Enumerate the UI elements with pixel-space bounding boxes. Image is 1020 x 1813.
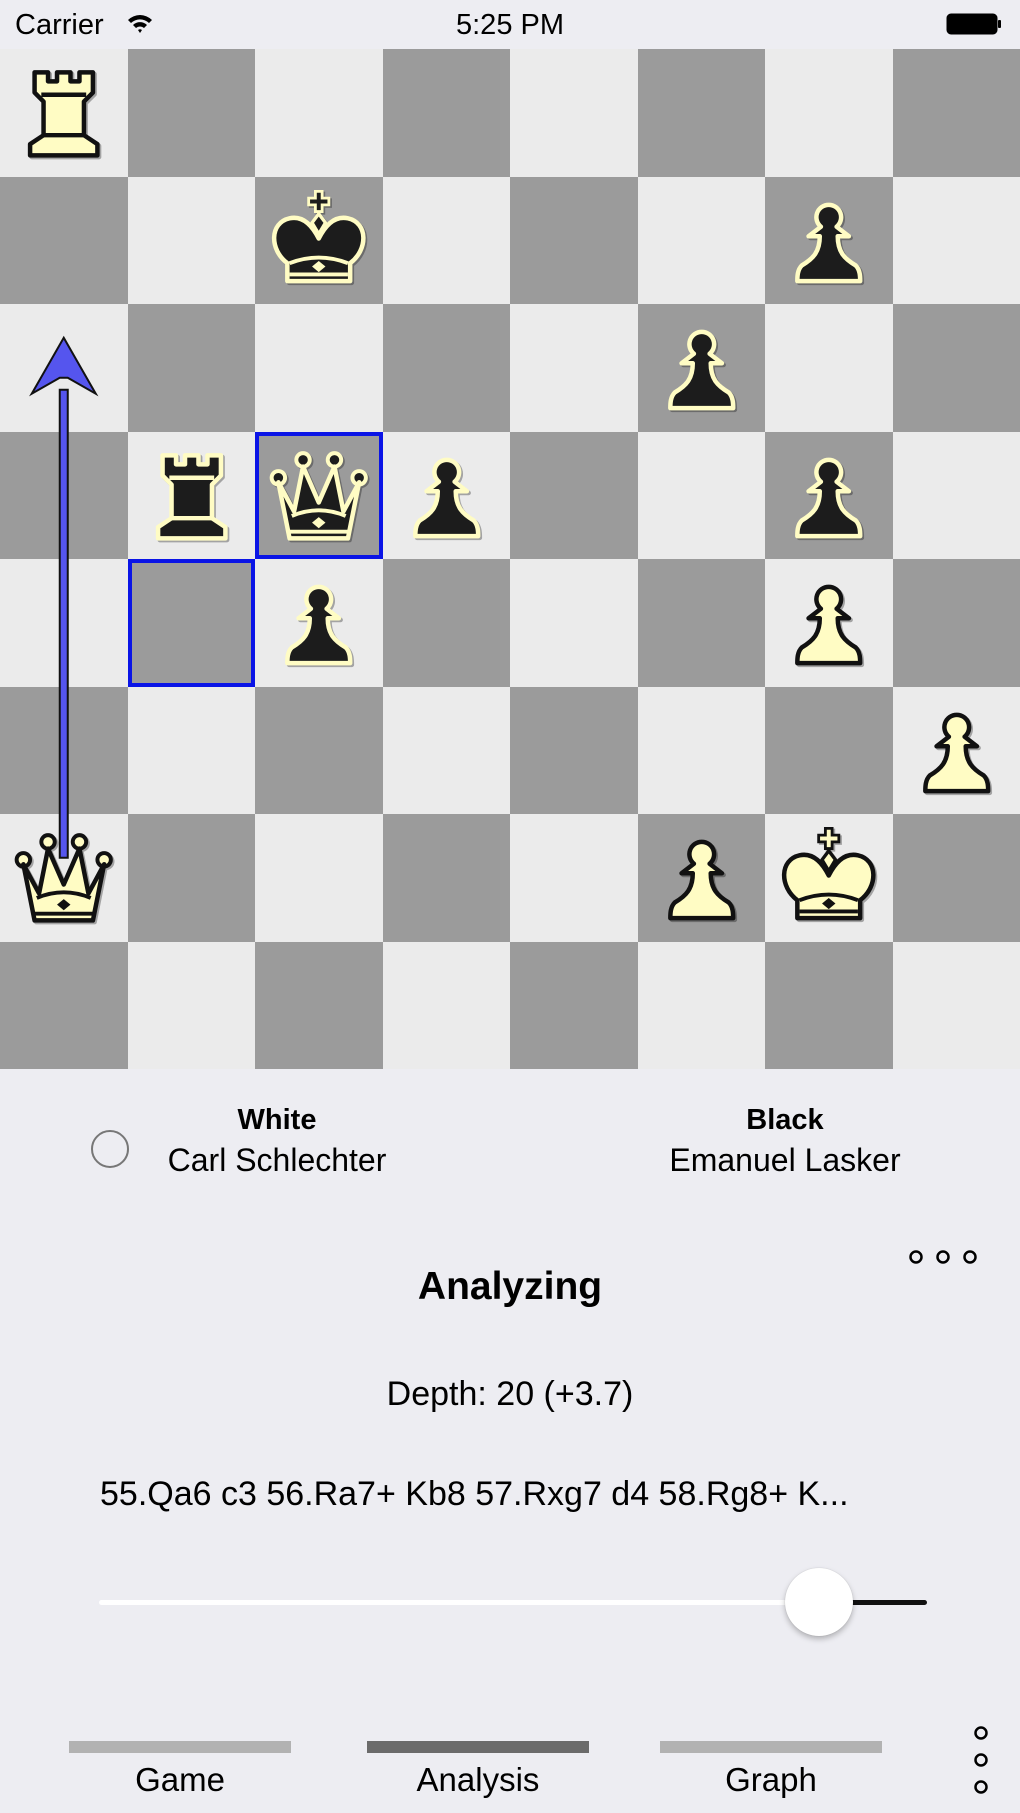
move-slider[interactable] — [99, 1568, 927, 1636]
square-a3[interactable] — [0, 686, 128, 814]
tab-graph[interactable]: Graph — [660, 1730, 882, 1813]
square-e8[interactable] — [510, 49, 638, 177]
players-panel: White Carl Schlechter Black Emanuel Lask… — [0, 1069, 1020, 1199]
square-d6[interactable] — [382, 304, 510, 432]
battery-icon — [946, 13, 1001, 35]
square-h7[interactable] — [892, 176, 1020, 304]
square-a6[interactable] — [0, 304, 128, 432]
square-d4[interactable] — [382, 559, 510, 687]
square-h6[interactable] — [892, 304, 1020, 432]
square-f3[interactable] — [637, 686, 765, 814]
square-e1[interactable] — [510, 941, 638, 1069]
square-d8[interactable] — [382, 49, 510, 177]
tab-indicator — [367, 1741, 589, 1753]
black-pawn-d5-icon[interactable] — [383, 432, 511, 560]
square-b3[interactable] — [127, 686, 255, 814]
tab-bar: Game Analysis Graph — [0, 1730, 1020, 1813]
square-d1[interactable] — [382, 941, 510, 1069]
square-g1[interactable] — [765, 941, 893, 1069]
white-label: White — [237, 1104, 317, 1136]
square-c1[interactable] — [255, 941, 383, 1069]
analysis-title: Analyzing — [417, 1265, 603, 1308]
square-b4[interactable] — [127, 559, 255, 687]
square-b8[interactable] — [127, 49, 255, 177]
square-h2[interactable] — [892, 814, 1020, 942]
status-bar: Carrier 5:25 PM — [0, 0, 1020, 49]
square-g6[interactable] — [765, 304, 893, 432]
white-pawn-f2-icon[interactable] — [638, 814, 766, 942]
square-d7[interactable] — [382, 176, 510, 304]
white-pawn-h3-icon[interactable] — [893, 687, 1020, 815]
square-c8[interactable] — [255, 49, 383, 177]
ellipsis-vertical-icon[interactable] — [972, 1724, 990, 1800]
square-b2[interactable] — [127, 814, 255, 942]
square-a5[interactable] — [0, 431, 128, 559]
square-e7[interactable] — [510, 176, 638, 304]
square-f8[interactable] — [637, 49, 765, 177]
square-f4[interactable] — [637, 559, 765, 687]
square-c6[interactable] — [255, 304, 383, 432]
ellipsis-horizontal-icon[interactable] — [906, 1248, 986, 1266]
tab-label: Analysis — [416, 1761, 540, 1798]
square-a7[interactable] — [0, 176, 128, 304]
square-g3[interactable] — [765, 686, 893, 814]
square-h1[interactable] — [892, 941, 1020, 1069]
tab-indicator — [69, 1741, 291, 1753]
square-d3[interactable] — [382, 686, 510, 814]
square-g8[interactable] — [765, 49, 893, 177]
square-h4[interactable] — [892, 559, 1020, 687]
white-player: White Carl Schlechter — [97, 1102, 457, 1182]
black-player-name: Emanuel Lasker — [669, 1142, 901, 1178]
black-pawn-f6-icon[interactable] — [638, 304, 766, 432]
slider-track-filled[interactable] — [99, 1600, 820, 1605]
square-e4[interactable] — [510, 559, 638, 687]
square-c2[interactable] — [255, 814, 383, 942]
square-b1[interactable] — [127, 941, 255, 1069]
square-h8[interactable] — [892, 49, 1020, 177]
square-e3[interactable] — [510, 686, 638, 814]
square-e2[interactable] — [510, 814, 638, 942]
square-a1[interactable] — [0, 941, 128, 1069]
slider-thumb[interactable] — [785, 1568, 854, 1636]
square-h5[interactable] — [892, 431, 1020, 559]
clock: 5:25 PM — [456, 9, 564, 41]
white-pawn-g4-icon[interactable] — [765, 559, 893, 687]
analysis-depth: Depth: 20 (+3.7) — [386, 1375, 634, 1413]
tab-game[interactable]: Game — [69, 1730, 291, 1813]
white-player-name: Carl Schlechter — [167, 1142, 387, 1178]
black-label: Black — [746, 1104, 824, 1136]
white-rook-a8-icon[interactable] — [0, 49, 128, 177]
tab-label: Graph — [725, 1761, 817, 1798]
square-c3[interactable] — [255, 686, 383, 814]
square-e5[interactable] — [510, 431, 638, 559]
black-pawn-c4-icon[interactable] — [255, 559, 383, 687]
black-queen-c5-icon[interactable] — [255, 432, 383, 560]
black-pawn-g5-icon[interactable] — [765, 432, 893, 560]
tab-indicator — [660, 1741, 882, 1753]
square-e6[interactable] — [510, 304, 638, 432]
black-king-c7-icon[interactable] — [255, 177, 383, 305]
white-king-g2-icon[interactable] — [765, 814, 893, 942]
principal-variation[interactable]: 55.Qa6 c3 56.Ra7+ Kb8 57.Rxg7 d4 58.Rg8+… — [100, 1475, 920, 1514]
square-f7[interactable] — [637, 176, 765, 304]
tab-analysis[interactable]: Analysis — [367, 1730, 589, 1813]
white-queen-a2-icon[interactable] — [0, 814, 128, 942]
chess-board[interactable] — [0, 49, 1020, 1069]
square-b6[interactable] — [127, 304, 255, 432]
square-a4[interactable] — [0, 559, 128, 687]
square-b7[interactable] — [127, 176, 255, 304]
black-pawn-g7-icon[interactable] — [765, 177, 893, 305]
black-player: Black Emanuel Lasker — [605, 1102, 965, 1182]
black-rook-b5-icon[interactable] — [128, 432, 256, 560]
square-f5[interactable] — [637, 431, 765, 559]
square-d2[interactable] — [382, 814, 510, 942]
square-f1[interactable] — [637, 941, 765, 1069]
tab-label: Game — [135, 1761, 225, 1798]
